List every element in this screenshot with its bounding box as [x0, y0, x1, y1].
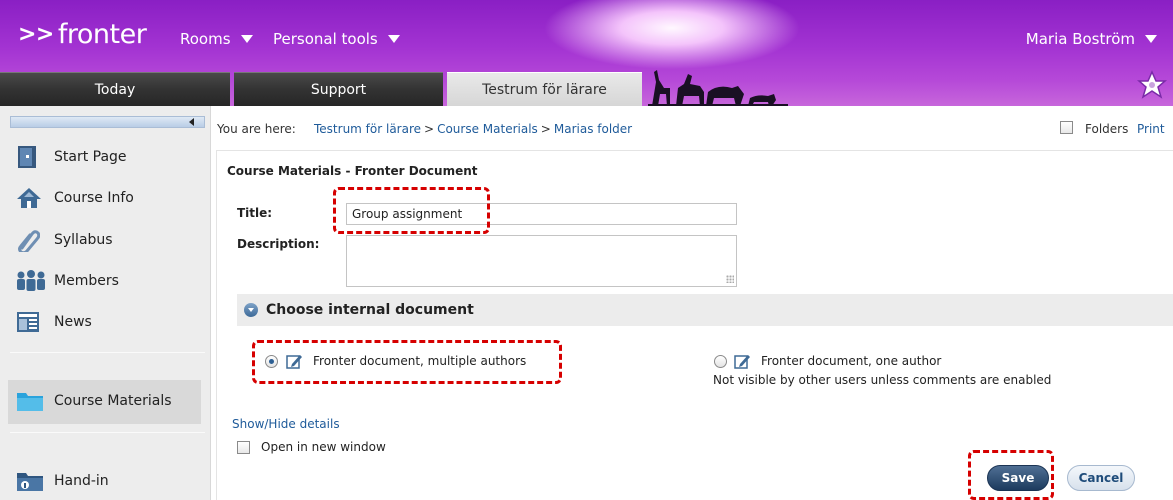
fronter-logo[interactable]: >> fronter [18, 19, 147, 50]
top-bar: >> fronter Rooms Personal tools Maria Bos… [0, 0, 1173, 72]
sidebar-item-label: Syllabus [54, 232, 113, 248]
user-name: Maria Boström [1025, 30, 1135, 48]
title-input[interactable] [346, 203, 737, 225]
breadcrumb-separator: > [424, 122, 435, 136]
page-title: Course Materials - Fronter Document [227, 164, 478, 178]
breadcrumb-link-testrum[interactable]: Testrum för lärare [314, 122, 421, 136]
folder-icon [16, 388, 46, 414]
tab-today[interactable]: Today [0, 72, 230, 106]
rooms-menu-label: Rooms [180, 30, 231, 48]
cancel-button[interactable]: Cancel [1067, 465, 1135, 491]
open-new-window-label: Open in new window [261, 440, 386, 454]
sidebar-collapse-bar[interactable] [10, 116, 205, 128]
chevron-down-icon [1145, 35, 1157, 43]
sidebar-item-members[interactable]: Members [16, 268, 119, 294]
document-form: Course Materials - Fronter Document Titl… [216, 150, 1173, 500]
folders-checkbox[interactable] [1060, 121, 1073, 134]
description-input[interactable] [346, 235, 737, 287]
folders-label: Folders [1085, 122, 1129, 136]
sidebar-item-label: Start Page [54, 149, 127, 165]
sidebar-item-label: Hand-in [54, 473, 109, 489]
user-menu[interactable]: Maria Boström [1026, 30, 1157, 48]
sidebar-item-label: Course Info [54, 190, 134, 206]
hand-in-folder-icon [16, 468, 46, 494]
option-one-author-label[interactable]: Fronter document, one author [761, 354, 941, 368]
personal-tools-menu-label: Personal tools [273, 30, 378, 48]
print-link[interactable]: Print [1137, 122, 1165, 136]
option-multiple-authors-label[interactable]: Fronter document, multiple authors [313, 354, 526, 368]
sidebar-item-course-materials[interactable]: Course Materials [16, 388, 172, 414]
chevron-down-icon [387, 35, 400, 43]
tab-support[interactable]: Support [234, 72, 443, 106]
sidebar-divider [10, 432, 205, 433]
description-label: Description: [237, 237, 320, 251]
rooms-menu[interactable]: Rooms [180, 30, 253, 48]
show-hide-details-link[interactable]: Show/Hide details [232, 417, 340, 431]
title-label: Title: [237, 206, 273, 220]
sidebar-item-course-info[interactable]: Course Info [16, 185, 134, 211]
save-button[interactable]: Save [987, 465, 1049, 491]
room-tabs: Today Support Testrum för lärare [0, 72, 1173, 106]
sidebar-item-hand-in[interactable]: Hand-in [16, 468, 109, 494]
breadcrumb-link-marias-folder[interactable]: Marias folder [554, 122, 632, 136]
expand-toggle-icon[interactable] [244, 303, 258, 317]
sidebar-item-start-page[interactable]: Start Page [16, 144, 127, 170]
logo-arrows-icon: >> [18, 22, 54, 47]
resize-grip-icon[interactable] [726, 275, 734, 283]
door-icon [16, 144, 46, 170]
sidebar: Start Page Course Info Syllabus Members … [0, 106, 211, 500]
logo-text: fronter [57, 19, 147, 50]
star-icon[interactable] [1137, 70, 1167, 100]
breadcrumb-row: You are here: Testrum för lärare > Course … [211, 106, 1173, 150]
chevron-down-icon [240, 35, 253, 43]
people-icon [16, 268, 46, 294]
sidebar-item-label: Course Materials [54, 393, 172, 409]
sidebar-divider [10, 352, 205, 353]
choose-internal-document-section[interactable]: Choose internal document [237, 294, 1173, 326]
breadcrumb-link-course-materials[interactable]: Course Materials [437, 122, 538, 136]
edit-document-icon [734, 355, 750, 369]
edit-document-icon [286, 355, 302, 369]
tab-testrum-for-larare[interactable]: Testrum för lärare [447, 72, 642, 106]
option-one-author-note: Not visible by other users unless commen… [713, 373, 1052, 387]
radio-multiple-authors[interactable] [265, 355, 278, 368]
sidebar-item-news[interactable]: News [16, 309, 92, 335]
newspaper-icon [16, 309, 46, 335]
sidebar-item-label: Members [54, 273, 119, 289]
app-header: >> fronter Rooms Personal tools Maria Bos… [0, 0, 1173, 106]
personal-tools-menu[interactable]: Personal tools [273, 30, 400, 48]
collapse-left-icon [189, 118, 194, 126]
radio-one-author[interactable] [714, 355, 727, 368]
breadcrumb-separator: > [540, 122, 551, 136]
breadcrumb-prefix: You are here: [217, 122, 296, 136]
sidebar-item-label: News [54, 314, 92, 330]
open-new-window-checkbox[interactable] [237, 441, 250, 454]
house-icon [16, 185, 46, 211]
breadcrumb: Testrum för lärare > Course Materials > Mari… [314, 122, 632, 136]
sidebar-item-syllabus[interactable]: Syllabus [16, 227, 113, 253]
section-title: Choose internal document [266, 302, 474, 318]
paperclip-icon [16, 227, 46, 253]
